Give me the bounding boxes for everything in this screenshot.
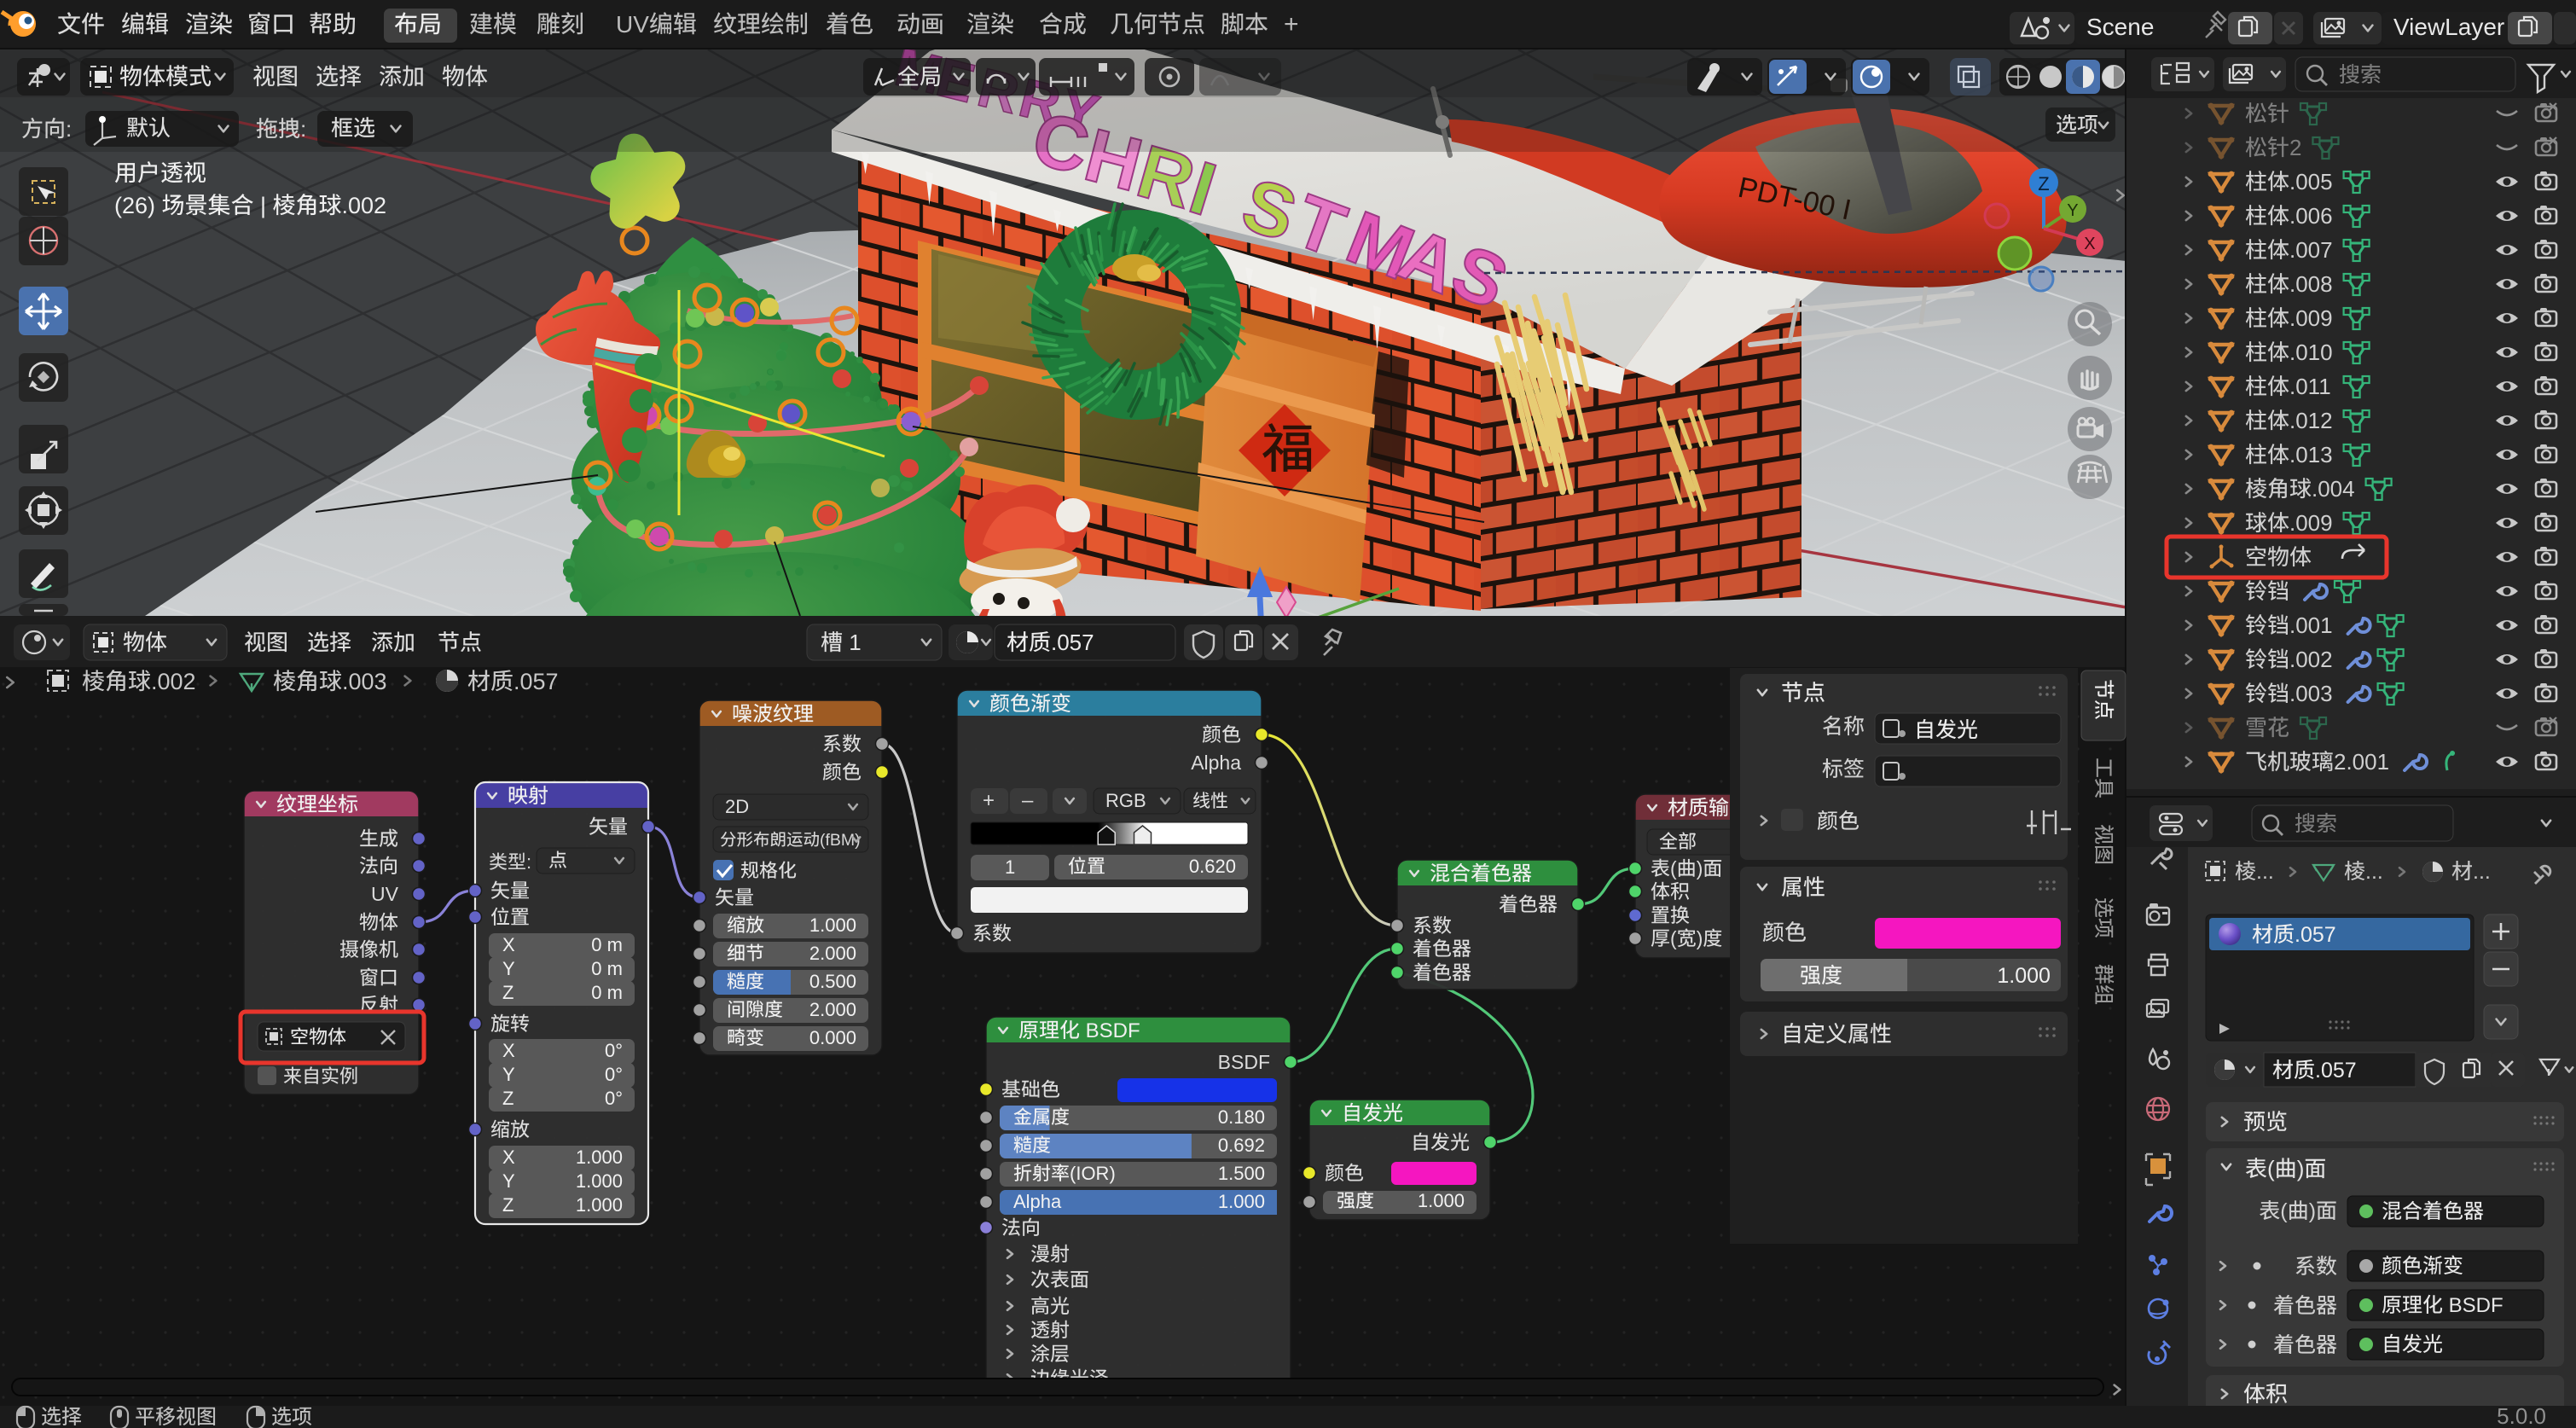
svg-text::: : [66, 116, 72, 142]
svg-text:0.500: 0.500 [809, 971, 856, 992]
svg-text:...: ... [2256, 860, 2274, 884]
svg-text:.009: .009 [2289, 510, 2333, 536]
svg-text:.057: .057 [513, 669, 559, 694]
svg-text:0°: 0° [605, 1064, 623, 1085]
svg-text:(: ( [2280, 1199, 2288, 1223]
svg-text:UV: UV [371, 883, 399, 905]
svg-text:5.0.0: 5.0.0 [2497, 1403, 2546, 1428]
svg-text:0 m: 0 m [591, 958, 623, 979]
svg-text:): ) [2297, 1156, 2305, 1181]
svg-text:.003: .003 [342, 669, 387, 694]
svg-text:1.000: 1.000 [809, 914, 856, 936]
svg-text:Scene: Scene [2086, 14, 2154, 40]
svg-text:0.000: 0.000 [809, 1027, 856, 1048]
svg-text:(: ( [1670, 927, 1677, 949]
svg-text:.013: .013 [2289, 442, 2333, 467]
svg-text:...: ... [2365, 860, 2383, 884]
svg-text:Y: Y [502, 1170, 515, 1192]
svg-text:1.000: 1.000 [576, 1146, 623, 1168]
svg-text:.007: .007 [2289, 237, 2333, 263]
svg-text:.057: .057 [2315, 1059, 2357, 1083]
svg-text:...: ... [2473, 860, 2491, 884]
svg-text:Z: Z [502, 1088, 513, 1109]
svg-text:X: X [502, 934, 515, 955]
svg-text:(: ( [2267, 1156, 2275, 1181]
svg-text:Alpha: Alpha [1013, 1191, 1062, 1212]
svg-text:.012: .012 [2289, 408, 2333, 433]
svg-text:.009: .009 [2289, 305, 2333, 331]
svg-text:.002: .002 [2289, 647, 2333, 672]
svg-text:.003: .003 [2289, 681, 2333, 706]
svg-text:2.000: 2.000 [809, 999, 856, 1020]
svg-text:+: + [983, 789, 995, 812]
svg-text:0.180: 0.180 [1218, 1106, 1265, 1128]
svg-text:Y: Y [502, 958, 515, 979]
svg-text:0°: 0° [605, 1088, 623, 1109]
svg-text:Z: Z [2038, 173, 2049, 194]
svg-text:1.000: 1.000 [576, 1194, 623, 1216]
svg-text:(: ( [1670, 857, 1677, 879]
svg-text:2.001: 2.001 [2334, 749, 2389, 775]
svg-text:.010: .010 [2289, 340, 2333, 365]
svg-text:Y: Y [2067, 201, 2078, 220]
svg-text:X: X [2084, 235, 2095, 253]
svg-text:): ) [1697, 857, 1703, 879]
svg-text:.011: .011 [2289, 374, 2331, 399]
svg-text:1: 1 [1005, 856, 1015, 878]
svg-text:.004: .004 [2312, 476, 2355, 502]
svg-text:Y: Y [502, 1064, 515, 1085]
svg-text:1.000: 1.000 [1418, 1190, 1465, 1211]
svg-text:1: 1 [843, 630, 862, 655]
svg-text:RGB: RGB [1105, 790, 1146, 811]
svg-text::: : [300, 116, 306, 142]
svg-text:|: | [254, 193, 273, 218]
svg-text:1.000: 1.000 [576, 1170, 623, 1192]
svg-text:X: X [502, 1040, 515, 1061]
svg-text:0 m: 0 m [591, 982, 623, 1003]
svg-text:.057: .057 [1051, 630, 1094, 655]
svg-text:): ) [1697, 927, 1703, 949]
svg-text:Alpha: Alpha [1191, 752, 1241, 774]
svg-text:0 m: 0 m [591, 934, 623, 955]
svg-text:BSDF: BSDF [1218, 1051, 1270, 1073]
svg-text:.002: .002 [342, 193, 387, 218]
svg-text:BSDF: BSDF [1080, 1019, 1140, 1042]
svg-text:.057: .057 [2295, 923, 2336, 947]
svg-text:+: + [1284, 10, 1299, 38]
svg-text:1.000: 1.000 [1218, 1191, 1265, 1212]
svg-text:2D: 2D [725, 796, 749, 817]
svg-text:Z: Z [502, 1194, 513, 1216]
svg-text:.008: .008 [2289, 271, 2333, 297]
svg-text:1.000: 1.000 [1997, 964, 2051, 988]
svg-text:ViewLayer: ViewLayer [2393, 14, 2504, 40]
svg-text::: : [526, 851, 531, 873]
svg-text:.005: .005 [2289, 169, 2333, 194]
svg-text:0°: 0° [605, 1040, 623, 1061]
svg-text:X: X [502, 1146, 515, 1168]
svg-text:UV: UV [616, 11, 649, 38]
svg-text:2: 2 [2289, 135, 2301, 160]
svg-text:.006: .006 [2289, 203, 2333, 229]
svg-text:0.620: 0.620 [1189, 856, 1236, 877]
svg-text:.002: .002 [151, 669, 196, 694]
svg-text:1.500: 1.500 [1218, 1163, 1265, 1184]
svg-text:Z: Z [502, 982, 513, 1003]
svg-text:): ) [2309, 1199, 2316, 1223]
svg-text:0.692: 0.692 [1218, 1135, 1265, 1156]
svg-text:.001: .001 [2289, 612, 2333, 638]
svg-text:BSDF: BSDF [2443, 1294, 2503, 1317]
svg-text:(26): (26) [114, 193, 162, 218]
svg-text:2.000: 2.000 [809, 943, 856, 964]
svg-text:(IOR): (IOR) [1070, 1163, 1116, 1184]
svg-text:–: – [1022, 789, 1034, 812]
